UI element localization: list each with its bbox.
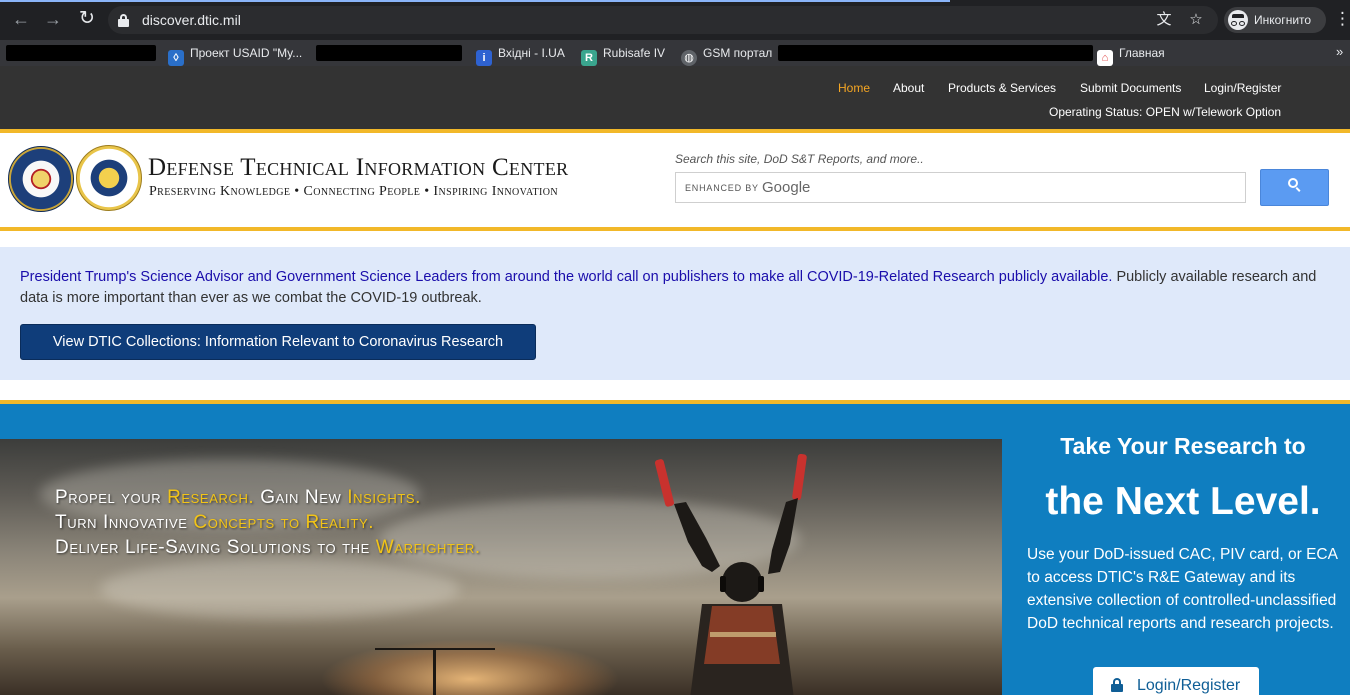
gold-divider: [0, 227, 1350, 231]
search-input[interactable]: ENHANCED BY Google: [675, 172, 1246, 203]
nav-products-services[interactable]: Products & Services: [948, 81, 1056, 95]
translate-icon[interactable]: 文: [1154, 10, 1174, 30]
i-ua-icon: i: [476, 50, 492, 66]
redacted-bookmark: [316, 45, 462, 61]
site-header: Defense Technical Information Center Pre…: [0, 133, 1350, 227]
search-button[interactable]: [1260, 169, 1329, 206]
redacted-bookmark: [6, 45, 156, 61]
ground-crew-silhouette: [654, 454, 807, 695]
dtic-seal-logo[interactable]: [76, 145, 142, 211]
page-load-progress: [0, 0, 950, 2]
nav-submit-documents[interactable]: Submit Documents: [1080, 81, 1181, 95]
browser-menu-icon[interactable]: ⋮: [1334, 9, 1350, 29]
site-top-nav: Home About Products & Services Submit Do…: [0, 66, 1350, 129]
lock-icon: [1111, 678, 1123, 692]
more-bookmarks-icon[interactable]: »: [1336, 44, 1343, 59]
redacted-bookmark: [778, 45, 1093, 61]
bookmark-label: Вхідні - I.UA: [498, 46, 565, 60]
bookmark-label: Главная: [1119, 46, 1165, 60]
login-label: Login/Register: [1137, 677, 1241, 694]
alert-text: President Trump's Science Advisor and Go…: [20, 267, 1320, 309]
address-bar[interactable]: discover.dtic.mil 文 ☆: [108, 6, 1218, 34]
hero-login-button[interactable]: Login/Register: [1093, 667, 1259, 695]
forward-button[interactable]: →: [42, 8, 64, 30]
incognito-indicator[interactable]: Инкогнито: [1224, 7, 1326, 33]
search-enhanced-by: ENHANCED BY: [685, 183, 759, 193]
hero-section: Propel your Research. Gain New Insights.…: [0, 404, 1350, 695]
hero-side-heading: Take Your Research to: [1060, 433, 1306, 459]
bookmark-gsm[interactable]: ◍ GSM портал: [681, 44, 773, 66]
incognito-icon: [1228, 10, 1248, 30]
hero-image: Propel your Research. Gain New Insights.…: [0, 439, 1002, 695]
lock-icon[interactable]: [118, 14, 129, 27]
site-title[interactable]: Defense Technical Information Center: [148, 154, 568, 182]
nav-about[interactable]: About: [893, 81, 924, 95]
covid-research-link[interactable]: President Trump's Science Advisor and Go…: [20, 269, 1112, 285]
reload-button[interactable]: ↻: [76, 8, 98, 30]
bookmark-home[interactable]: ⌂ Главная: [1097, 44, 1165, 66]
wind-turbine-shape: [433, 649, 436, 695]
back-button[interactable]: ←: [10, 8, 32, 30]
hero-line-2: Turn Innovative Concepts to Reality.: [55, 512, 375, 533]
site-tagline: Preserving Knowledge • Connecting People…: [149, 184, 558, 199]
url-text[interactable]: discover.dtic.mil: [142, 12, 241, 28]
incognito-label: Инкогнито: [1254, 13, 1312, 27]
hero-line-3: Deliver Life-Saving Solutions to the War…: [55, 537, 481, 558]
bookmark-star-icon[interactable]: ☆: [1186, 10, 1206, 30]
nav-home[interactable]: Home: [838, 81, 870, 95]
bookmarks-bar: ◊ Проект USAID "My... i Вхідні - I.UA R Rub…: [0, 40, 1350, 66]
bookmark-usaid[interactable]: ◊ Проект USAID "My...: [168, 44, 303, 66]
bookmark-rubisafe[interactable]: R Rubisafe IV: [581, 44, 666, 66]
globe-icon: ◍: [681, 50, 697, 66]
nav-login-register[interactable]: Login/Register: [1204, 81, 1281, 95]
home-icon: ⌂: [1097, 50, 1113, 66]
covid-alert-banner: President Trump's Science Advisor and Go…: [0, 247, 1350, 380]
dod-seal-logo[interactable]: [8, 146, 74, 212]
bookmark-label: Rubisafe IV: [603, 46, 666, 60]
hero-line-1: Propel your Research. Gain New Insights.: [55, 487, 422, 508]
bookmark-label: Проект USAID "My...: [190, 46, 303, 60]
cloud-shape: [100, 559, 460, 619]
bookmark-label: GSM портал: [703, 46, 773, 60]
rubisafe-icon: R: [581, 50, 597, 66]
view-collections-button[interactable]: View DTIC Collections: Information Relev…: [20, 324, 536, 360]
search-provider: Google: [762, 179, 811, 196]
operating-status: Operating Status: OPEN w/Telework Option: [1049, 105, 1282, 119]
hero-side-text: Use your DoD-issued CAC, PIV card, or EC…: [1027, 546, 1338, 632]
usaid-icon: ◊: [168, 50, 184, 66]
hero-side-heading-large: the Next Level.: [1045, 480, 1321, 523]
search-hint: Search this site, DoD S&T Reports, and m…: [675, 152, 924, 166]
search-icon: [1288, 178, 1302, 192]
bookmark-i-ua[interactable]: i Вхідні - I.UA: [476, 44, 565, 66]
browser-toolbar: ← → ↻ discover.dtic.mil 文 ☆ Инкогнито ⋮: [0, 0, 1350, 40]
